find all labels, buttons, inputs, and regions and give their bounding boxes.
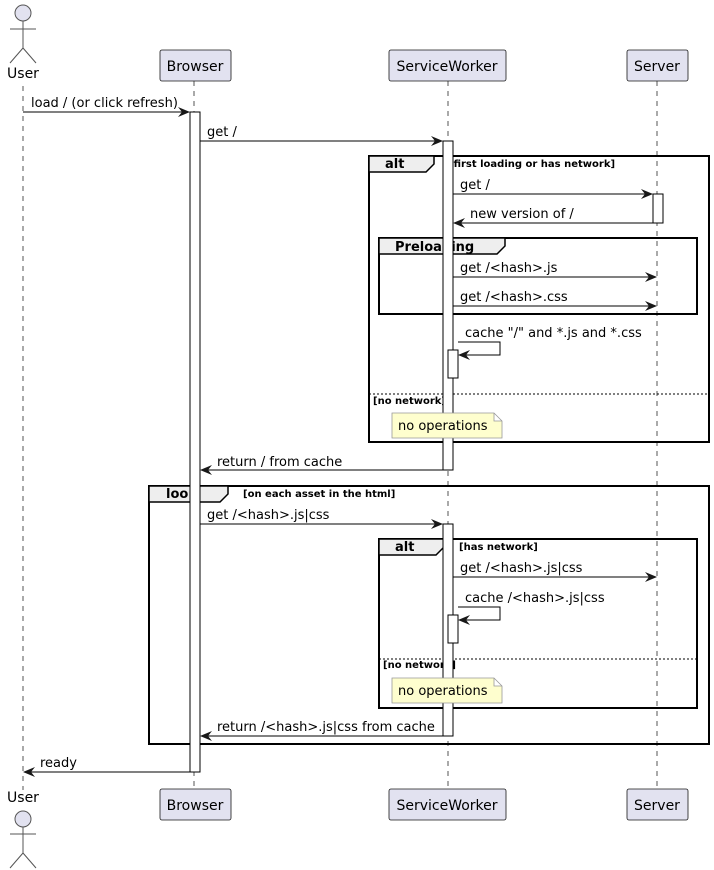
message-arrow: return / from cache [200,455,443,475]
message-label: ready [40,756,77,771]
message-label: return / from cache [217,455,342,470]
message-arrow: load / (or click refresh) [23,96,190,117]
participant-label: Browser [167,59,224,75]
frame-guard: [on each asset in the html] [243,489,395,500]
message-label: get /<hash>.js|css [207,508,330,523]
self-message-arrow: cache "/" and *.js and *.css [458,326,642,360]
actor-head-icon [14,4,32,22]
else-guard: [no network] [373,396,446,407]
frame-guard: [first loading or has network] [449,159,615,170]
note-text: no operations [398,684,488,699]
message-label: cache "/" and *.js and *.css [465,326,642,341]
message-arrow: get / [453,178,653,199]
serviceworker-participant-top: ServiceWorker [388,49,507,82]
browser-activation [189,111,201,773]
message-label: load / (or click refresh) [31,96,178,111]
note-text: no operations [398,419,488,434]
message-arrow: ready [23,756,190,777]
server-participant-bottom: Server [626,788,689,821]
message-arrow: new version of / [453,207,653,228]
message-arrow: get /<hash>.js|css [200,508,443,529]
frame-kind: alt [395,540,414,555]
message-label: get /<hash>.css [460,290,568,305]
message-label: get / [207,125,237,140]
message-label: get /<hash>.js|css [460,561,583,576]
participant-label: Browser [167,798,224,814]
browser-participant-bottom: Browser [159,788,232,821]
message-arrow: return /<hash>.js|css from cache [200,720,443,741]
loop-frame: loop [on each asset in the html] [148,485,710,745]
note: no operations [391,677,503,704]
message-label: new version of / [470,207,574,222]
message-arrow: get /<hash>.js [453,261,657,282]
actor-head-icon [14,810,32,828]
server-participant-top: Server [626,49,689,82]
message-arrow: get /<hash>.js|css [453,561,657,582]
participant-label: Server [634,798,680,814]
group-label: Preloading [395,240,474,255]
participant-label: ServiceWorker [396,59,497,75]
participant-label: ServiceWorker [396,798,497,814]
sequence-diagram: User Browser ServiceWorker Server alt [f… [7,4,710,869]
serviceworker-nested-activation [447,614,459,644]
user-actor-bottom: User [7,790,39,869]
note: no operations [391,412,503,439]
user-actor-top: User [7,4,39,82]
participant-label: Server [634,59,680,75]
message-label: return /<hash>.js|css from cache [217,720,435,735]
participant-label: User [7,790,39,806]
server-activation [652,193,664,224]
frame-kind: alt [385,157,404,172]
participant-label: User [7,66,39,82]
serviceworker-nested-activation [447,349,459,379]
message-label: get / [460,178,490,193]
frame-guard: [has network] [459,542,538,553]
message-arrow: get / [200,125,443,146]
browser-participant-top: Browser [159,49,232,82]
message-label: cache /<hash>.js|css [465,591,605,606]
message-arrow: get /<hash>.css [453,290,657,311]
self-message-arrow: cache /<hash>.js|css [458,591,605,625]
message-label: get /<hash>.js [460,261,558,276]
serviceworker-participant-bottom: ServiceWorker [388,788,507,821]
